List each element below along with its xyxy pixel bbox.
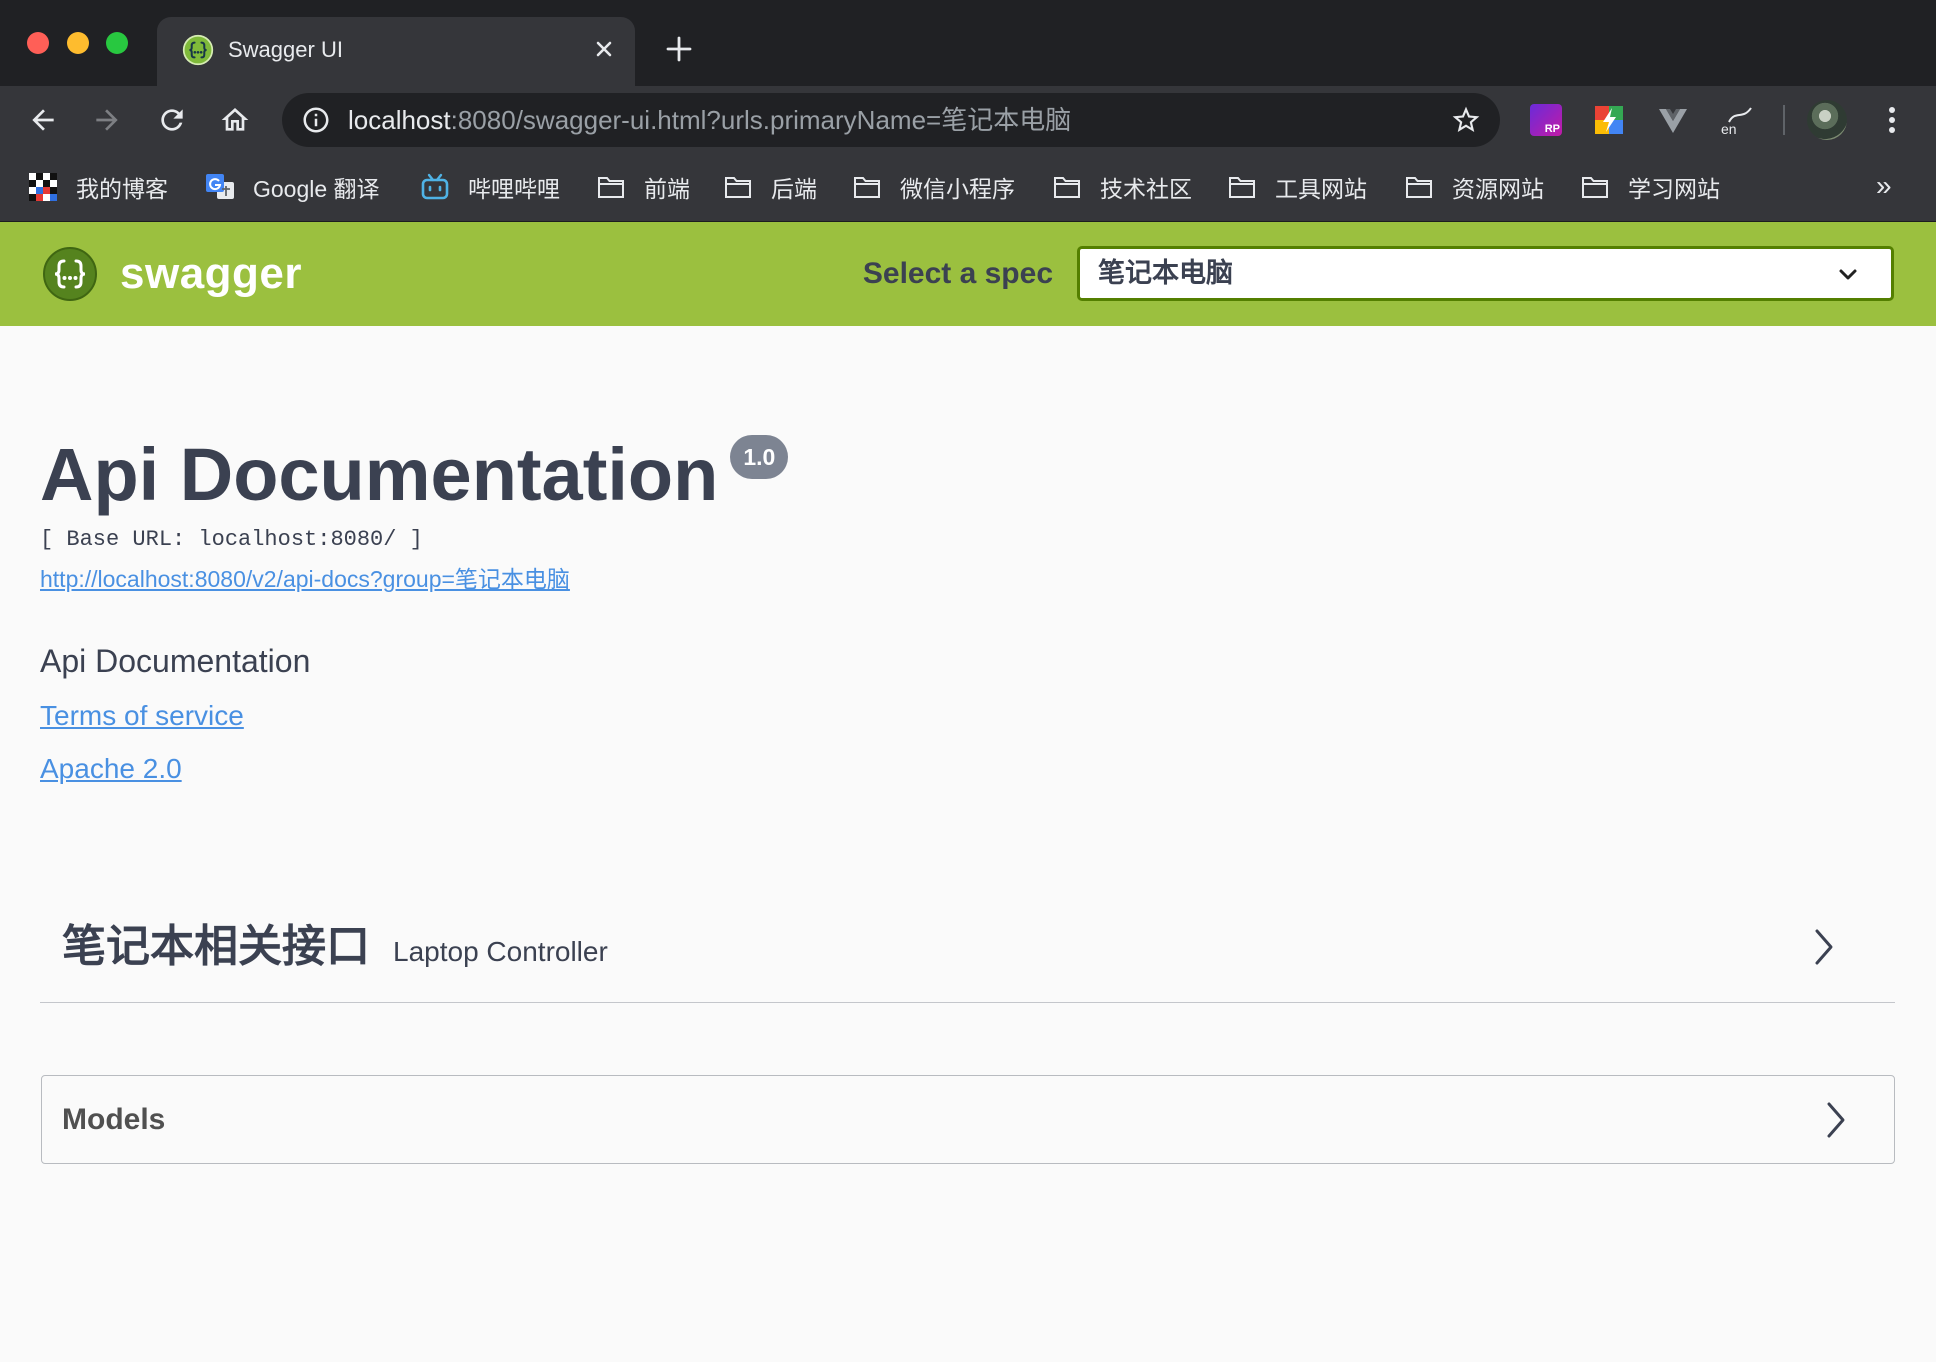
tag-name: 笔记本相关接口 xyxy=(62,922,370,971)
profile-avatar[interactable] xyxy=(1807,100,1847,140)
folder-icon xyxy=(1580,172,1610,202)
bookmark-label: 哔哩哔哩 xyxy=(468,176,560,202)
bookmark-folder-learning[interactable]: 学习网站 xyxy=(1580,152,1720,222)
tab-strip: Swagger UI xyxy=(0,0,1936,86)
folder-icon xyxy=(596,172,626,202)
axure-rp-icon[interactable]: RP xyxy=(1530,104,1562,136)
toolbar-separator xyxy=(1783,105,1785,135)
folder-icon xyxy=(1404,172,1434,202)
translate-extension-icon[interactable]: en xyxy=(1721,104,1753,136)
bookmark-label: 后端 xyxy=(771,176,817,202)
base-url: [ Base URL: localhost:8080/ ] xyxy=(40,527,423,552)
bookmarks-bar: 我的博客 Google 翻译 哔哩哔哩 前端 后端 微信小程序 技术社区 工具网… xyxy=(0,152,1936,222)
translate-badge: en xyxy=(1721,121,1737,137)
url-path: :8080/swagger-ui.html?urls.primaryName=笔… xyxy=(450,105,1072,135)
address-bar[interactable]: localhost:8080/swagger-ui.html?urls.prim… xyxy=(282,93,1500,147)
folder-icon xyxy=(1227,172,1257,202)
swagger-logo-icon[interactable] xyxy=(42,246,98,302)
folder-icon xyxy=(723,172,753,202)
close-window-button[interactable] xyxy=(27,32,49,54)
chevron-right-icon[interactable] xyxy=(1812,927,1836,967)
terms-of-service-link[interactable]: Terms of service xyxy=(40,699,244,733)
models-section[interactable]: Models xyxy=(41,1075,1895,1164)
axure-rp-badge: RP xyxy=(1544,123,1560,135)
bookmark-folder-frontend[interactable]: 前端 xyxy=(596,152,690,222)
chevron-down-icon xyxy=(1834,261,1862,289)
models-title: Models xyxy=(62,1103,166,1136)
select-spec-label: Select a spec xyxy=(862,257,1053,290)
bookmark-label: Google 翻译 xyxy=(253,176,380,202)
api-title: Api Documentation xyxy=(40,433,719,516)
reload-icon[interactable] xyxy=(156,104,188,136)
tab-swagger-ui[interactable]: Swagger UI xyxy=(157,17,635,86)
bookmark-folder-backend[interactable]: 后端 xyxy=(723,152,817,222)
vue-devtools-icon[interactable] xyxy=(1657,104,1689,136)
bookmark-label: 我的博客 xyxy=(76,176,168,202)
url-host: localhost xyxy=(348,105,451,135)
rainbow-extension-icon[interactable] xyxy=(1593,104,1625,136)
swagger-favicon-icon xyxy=(182,34,214,66)
bookmark-label: 技术社区 xyxy=(1100,176,1192,202)
api-title-row: Api Documentation 1.0 xyxy=(40,433,789,516)
folder-icon xyxy=(852,172,882,202)
bookmark-folder-resources[interactable]: 资源网站 xyxy=(1404,152,1544,222)
version-badge: 1.0 xyxy=(730,435,789,479)
tab-title: Swagger UI xyxy=(228,37,343,62)
tag-description: Laptop Controller xyxy=(393,936,608,967)
bookmark-google-translate[interactable]: Google 翻译 xyxy=(205,152,380,222)
minimize-window-button[interactable] xyxy=(67,32,89,54)
spec-selected-value: 笔记本电脑 xyxy=(1098,258,1233,288)
bookmark-folder-miniprogram[interactable]: 微信小程序 xyxy=(852,152,1015,222)
bilibili-icon xyxy=(420,172,450,202)
spec-select-dropdown[interactable]: 笔记本电脑 xyxy=(1077,246,1894,301)
google-translate-icon xyxy=(205,172,235,202)
tag-section-laptop-controller[interactable]: 笔记本相关接口 Laptop Controller xyxy=(40,889,1895,1003)
api-docs-link[interactable]: http://localhost:8080/v2/api-docs?group=… xyxy=(40,565,570,593)
bookmark-label: 资源网站 xyxy=(1452,176,1544,202)
forward-arrow-icon[interactable] xyxy=(91,104,123,136)
home-icon[interactable] xyxy=(219,104,251,136)
close-tab-icon[interactable] xyxy=(590,35,618,63)
api-description: Api Documentation xyxy=(40,643,311,679)
site-info-icon[interactable] xyxy=(301,105,331,135)
bookmark-folder-tools[interactable]: 工具网站 xyxy=(1227,152,1367,222)
folder-icon xyxy=(1052,172,1082,202)
browser-menu-icon[interactable] xyxy=(1880,104,1904,136)
bookmark-bilibili[interactable]: 哔哩哔哩 xyxy=(420,152,560,222)
bookmark-folder-tech-community[interactable]: 技术社区 xyxy=(1052,152,1192,222)
license-link[interactable]: Apache 2.0 xyxy=(40,752,182,786)
bookmark-label: 前端 xyxy=(644,176,690,202)
bookmarks-overflow-button[interactable]: » xyxy=(1876,152,1892,220)
chevron-right-icon[interactable] xyxy=(1824,1100,1848,1140)
browser-toolbar: localhost:8080/swagger-ui.html?urls.prim… xyxy=(0,86,1936,152)
bookmark-label: 微信小程序 xyxy=(900,176,1015,202)
bookmark-star-icon[interactable] xyxy=(1450,104,1482,136)
bookmark-label: 工具网站 xyxy=(1275,176,1367,202)
url-text[interactable]: localhost:8080/swagger-ui.html?urls.prim… xyxy=(348,93,1071,147)
maximize-window-button[interactable] xyxy=(106,32,128,54)
bookmark-label: 学习网站 xyxy=(1628,176,1720,202)
new-tab-plus-icon[interactable] xyxy=(664,34,694,64)
bookmark-my-blog[interactable]: 我的博客 xyxy=(28,152,168,222)
blog-logo-icon xyxy=(28,172,58,202)
swagger-logo-text[interactable]: swagger xyxy=(120,222,302,326)
swagger-topbar: swagger Select a spec 笔记本电脑 xyxy=(0,222,1936,326)
back-arrow-icon[interactable] xyxy=(27,104,59,136)
